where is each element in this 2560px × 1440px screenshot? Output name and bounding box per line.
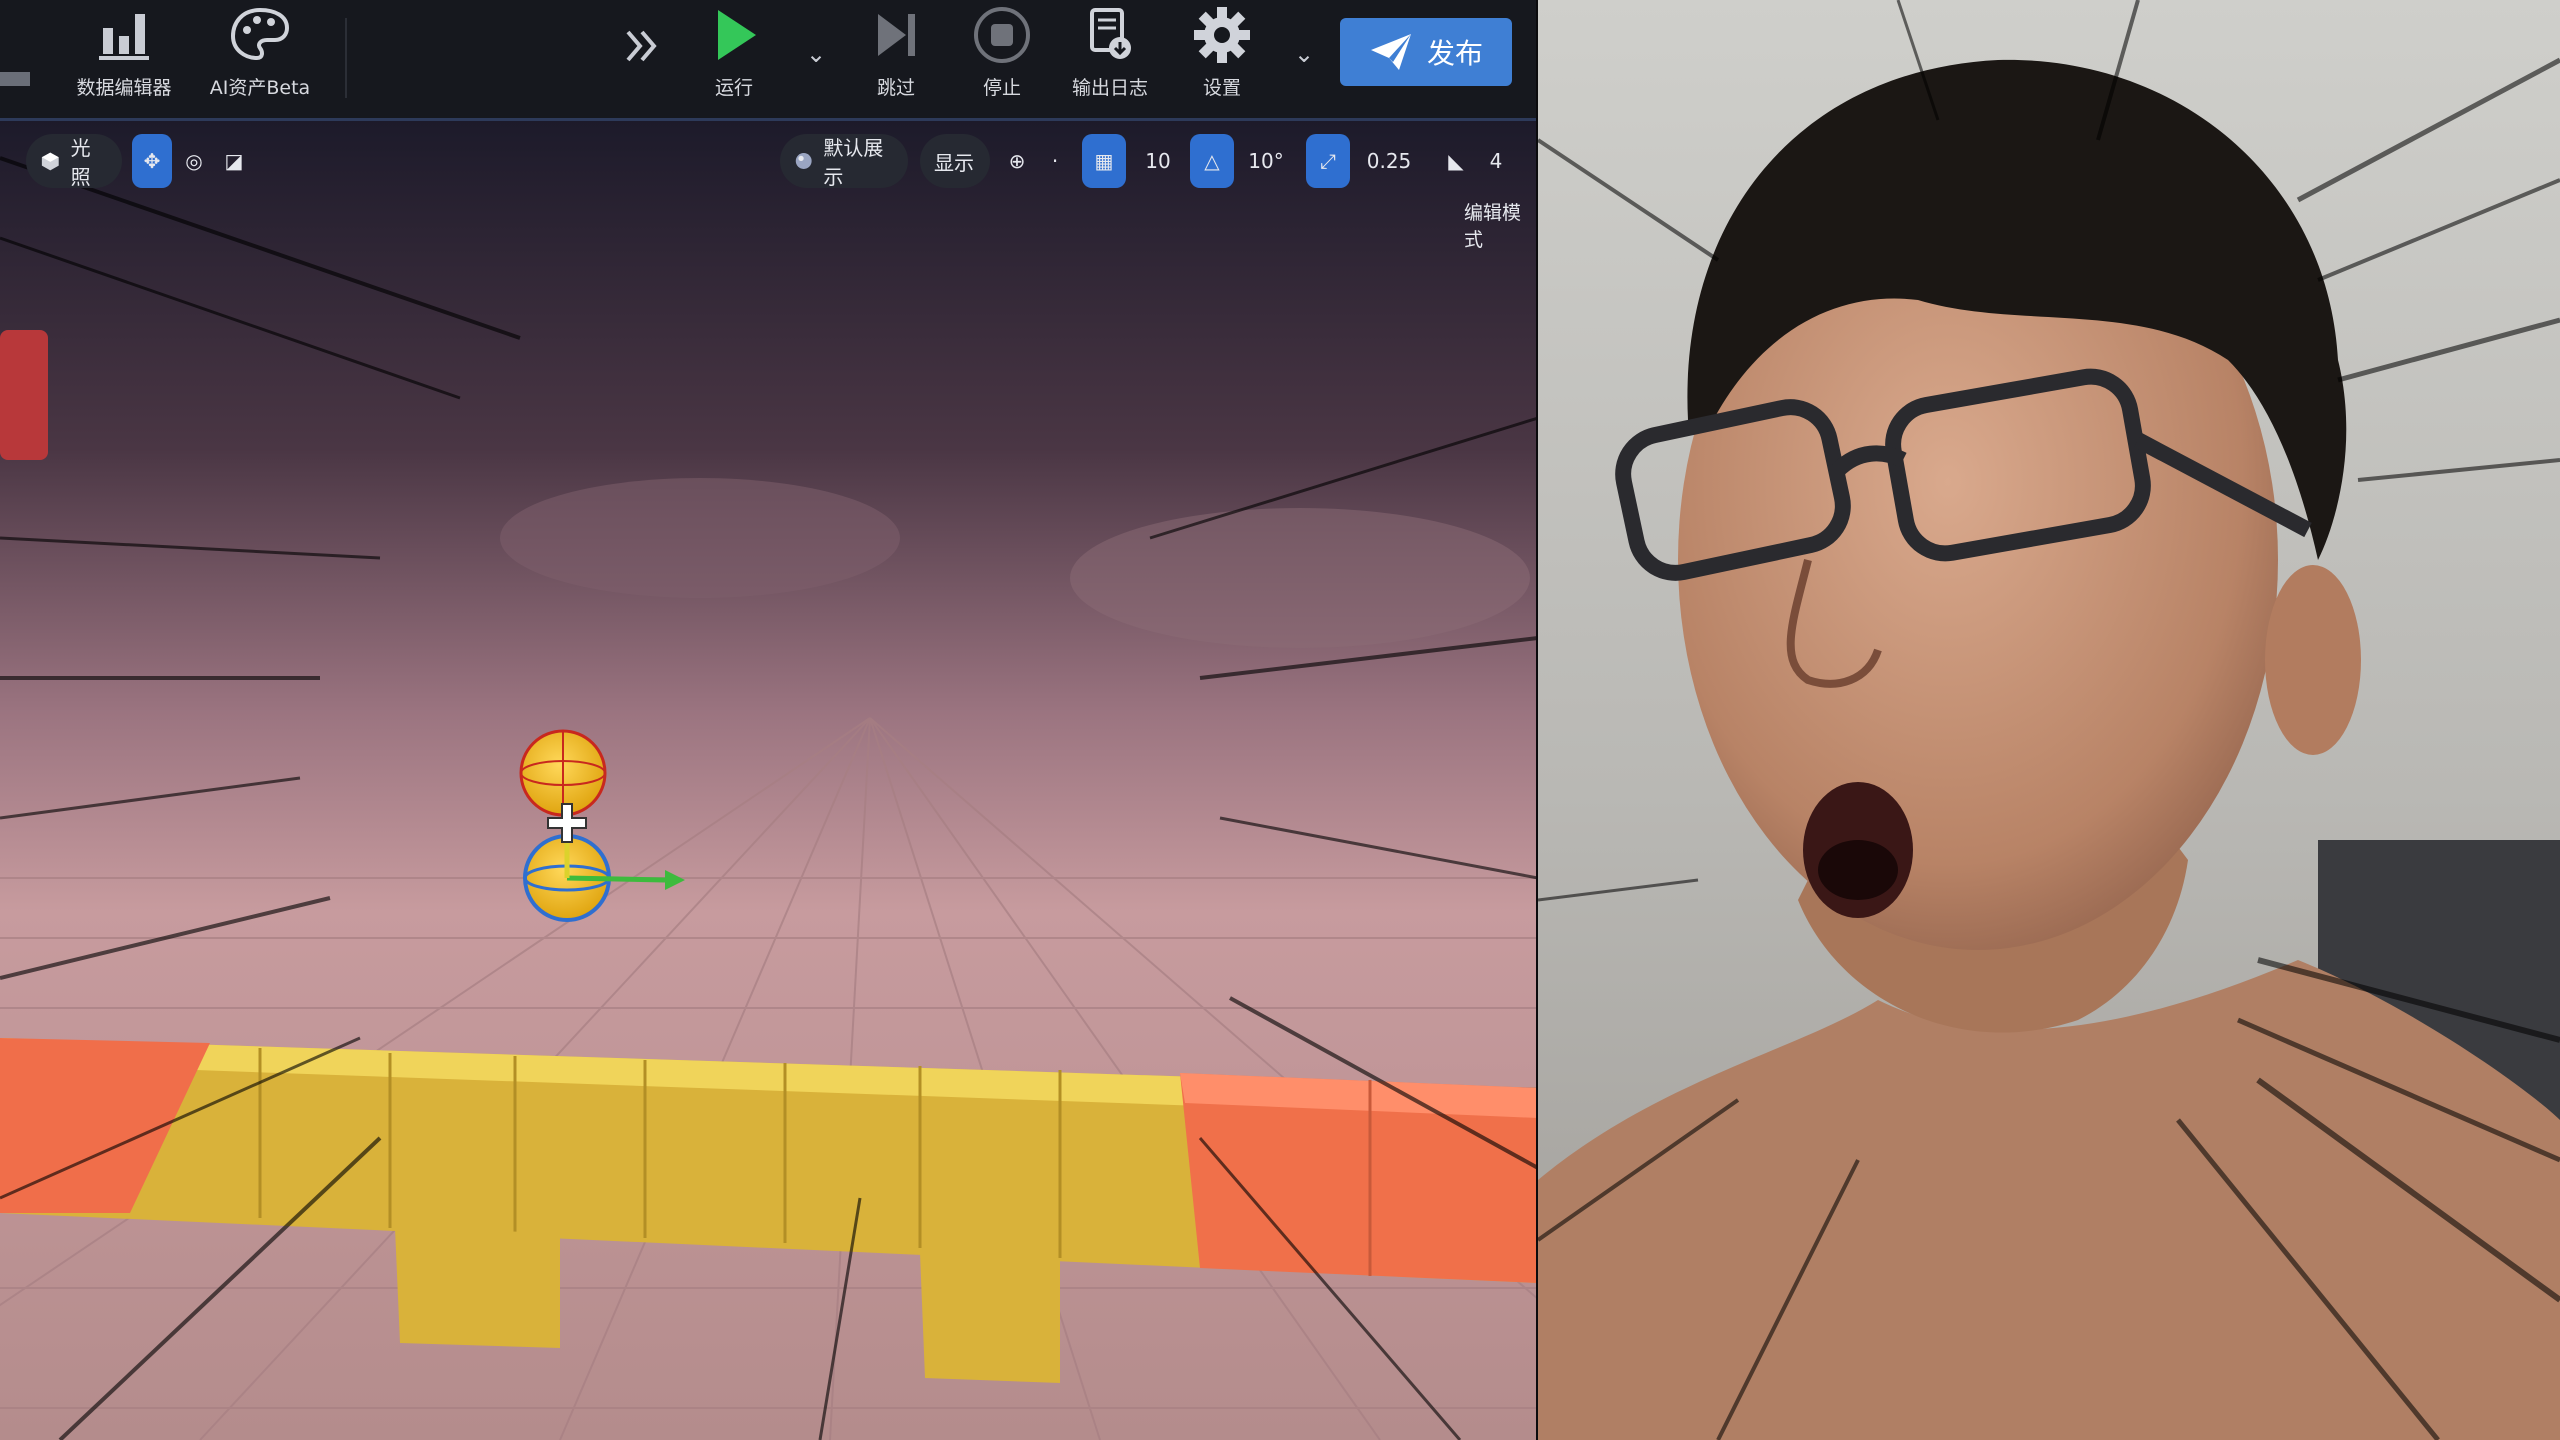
gear-icon [1194, 7, 1250, 63]
output-log-label: 输出日志 [1071, 77, 1148, 99]
data-editor-label: 数据编辑器 [76, 77, 172, 99]
lighting-toggle[interactable]: 光照 [26, 134, 122, 189]
ai-assets-label: AI资产Beta [209, 77, 311, 99]
rotate-snap-value[interactable]: 10° [1238, 134, 1294, 188]
webcam-panel [1538, 0, 2560, 1440]
display-label: 显示 [934, 150, 974, 175]
grid-snap-value[interactable]: 10 [1130, 134, 1186, 188]
scale-tool-button[interactable]: ◪ [216, 134, 252, 188]
rotate-snap-toggle[interactable]: △ [1190, 134, 1234, 188]
skip-forward-icon [878, 14, 915, 56]
snap-dropdown-icon[interactable]: · [1044, 134, 1066, 188]
toolbar-divider [345, 18, 347, 98]
grid-icon: ▦ [1094, 149, 1114, 173]
panel-toggle-icon[interactable] [0, 72, 30, 86]
scale-snap-toggle[interactable]: ⤢ [1306, 134, 1350, 188]
globe-icon: ⊕ [1008, 149, 1026, 173]
main-toolbar: 数据编辑器 AI资产Beta 运行 ⌄ 跳过 停止 输出日志 设置 ⌄ 发布 [0, 0, 1538, 121]
publish-label: 发布 [1426, 37, 1483, 70]
editor-panel: 数据编辑器 AI资产Beta 运行 ⌄ 跳过 停止 输出日志 设置 ⌄ 发布 光… [0, 0, 1538, 1440]
settings-button[interactable]: 设置 [1176, 4, 1268, 112]
expand-more-icon[interactable] [624, 26, 660, 70]
edit-mode-label: 编辑模式 [1464, 202, 1522, 251]
settings-label: 设置 [1202, 77, 1241, 99]
viewport-toolbar: 光照 ✥ ◎ ◪ 默认展示 显示 ⊕ · ▦ 10 △ 10° ⤢ 0.25 ◣… [0, 134, 1538, 189]
default-view-label: 默认展示 [823, 136, 884, 189]
default-view-button[interactable]: 默认展示 [780, 134, 908, 189]
settings-options-chevron-icon[interactable]: ⌄ [1294, 40, 1314, 68]
move-arrows-icon: ✥ [143, 149, 161, 173]
rotate-icon: ◎ [185, 149, 203, 173]
scale-snap-value[interactable]: 0.25 [1354, 134, 1424, 188]
sphere-icon [795, 153, 812, 169]
diagonal-arrow-icon: ⤢ [1320, 149, 1336, 173]
paper-plane-icon [1370, 34, 1411, 70]
grid-snap-toggle[interactable]: ▦ [1082, 134, 1126, 188]
ai-assets-button[interactable]: AI资产Beta [200, 4, 320, 112]
world-space-button[interactable]: ⊕ [996, 134, 1038, 188]
scale-icon: ◪ [224, 149, 244, 173]
run-button[interactable]: 运行 [690, 4, 778, 112]
3d-viewport[interactable] [0, 118, 1538, 1440]
stop-icon [974, 7, 1030, 63]
camera-speed-button[interactable]: ◣ [1434, 134, 1478, 188]
webcam-person-image [1538, 0, 2560, 1440]
log-document-icon [1090, 8, 1131, 59]
rotate-tool-button[interactable]: ◎ [176, 134, 212, 188]
lighting-label: 光照 [70, 136, 91, 189]
display-menu-button[interactable]: 显示 [920, 134, 990, 188]
publish-button[interactable]: 发布 [1340, 18, 1512, 86]
cube-icon [41, 152, 59, 171]
move-tool-button[interactable]: ✥ [132, 134, 172, 188]
camera-speed-value[interactable]: 4 [1478, 134, 1514, 188]
bar-chart-icon [99, 14, 149, 60]
stop-label: 停止 [982, 77, 1021, 99]
run-label: 运行 [714, 77, 753, 99]
skip-button[interactable]: 跳过 [852, 4, 940, 112]
data-editor-button[interactable]: 数据编辑器 [64, 4, 184, 112]
camera-icon: ◣ [1448, 149, 1464, 173]
run-options-chevron-icon[interactable]: ⌄ [806, 40, 826, 68]
angle-icon: △ [1204, 149, 1220, 173]
palette-icon [230, 7, 290, 61]
output-log-button[interactable]: 输出日志 [1060, 4, 1160, 112]
play-icon [718, 10, 756, 60]
skip-label: 跳过 [876, 77, 915, 99]
stop-button[interactable]: 停止 [958, 4, 1046, 112]
